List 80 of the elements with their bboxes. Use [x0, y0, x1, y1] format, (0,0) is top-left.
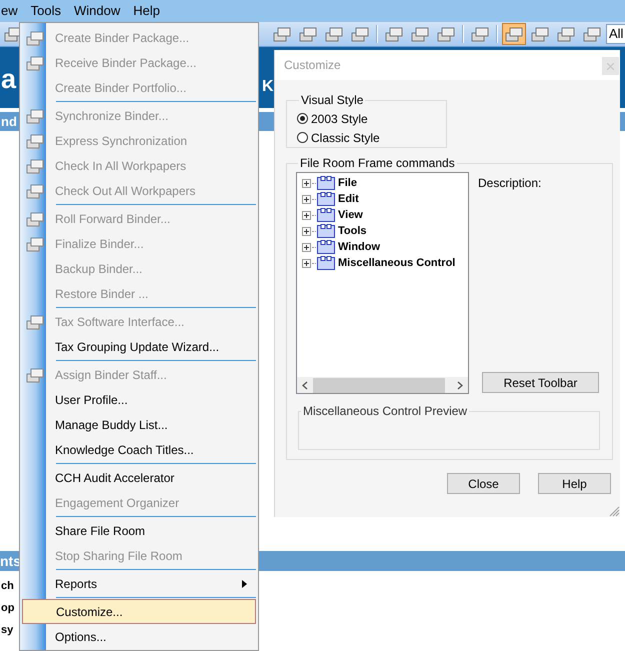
window-icon: [317, 240, 335, 254]
tree-item[interactable]: Edit: [338, 193, 359, 205]
stack-icon: [531, 26, 549, 42]
menu-item[interactable]: User Profile...: [22, 387, 256, 412]
horizontal-scrollbar[interactable]: [297, 377, 468, 393]
tree-item[interactable]: Window: [338, 241, 380, 253]
menu-item[interactable]: Manage Buddy List...: [22, 412, 256, 437]
stack-icon: [437, 26, 455, 42]
menu-item[interactable]: Reports: [22, 571, 256, 596]
scrollbar-thumb[interactable]: [313, 378, 445, 392]
tree-item[interactable]: Tools: [338, 225, 367, 237]
window-icon: [317, 176, 335, 190]
stack-icon: [299, 26, 317, 42]
stack-icon: [26, 314, 44, 330]
group-label: Miscellaneous Control Preview: [302, 404, 468, 418]
stack-icon: [385, 26, 403, 42]
dialog-button[interactable]: Help: [538, 473, 611, 494]
menu-bar-item[interactable]: Help: [133, 3, 160, 19]
expand-icon[interactable]: [302, 178, 311, 188]
stack-icon: [26, 366, 44, 382]
tree-item[interactable]: File: [338, 177, 357, 189]
header-name: K: [262, 78, 274, 96]
stack-icon: [26, 108, 44, 124]
close-icon: [607, 62, 614, 70]
list-row[interactable]: op: [1, 597, 18, 619]
menu-item[interactable]: Tax Grouping Update Wizard...: [22, 334, 256, 359]
filter-combo[interactable]: All: [606, 24, 625, 44]
menu-item[interactable]: Customize...: [22, 599, 256, 624]
expand-icon[interactable]: [302, 226, 311, 236]
window-icon: [317, 256, 335, 270]
stack-icon: [505, 26, 523, 42]
subheader-label: nd: [1, 114, 17, 129]
expand-icon[interactable]: [302, 210, 311, 220]
stack-icon: [26, 182, 44, 198]
menu-bar-item[interactable]: ew: [1, 3, 18, 19]
dialog-button[interactable]: Close: [447, 473, 520, 494]
stack-icon: [557, 26, 575, 42]
list-row[interactable]: sy: [1, 619, 18, 641]
menu-item[interactable]: Options...: [22, 624, 256, 649]
stack-icon: [26, 158, 44, 174]
radio-label: Classic Style: [311, 130, 380, 144]
stack-icon: [273, 26, 291, 42]
window-icon: [317, 208, 335, 222]
description-label: Description:: [478, 176, 542, 190]
scroll-right-icon[interactable]: [457, 380, 463, 390]
reset-toolbar-button[interactable]: Reset Toolbar: [482, 372, 599, 393]
stack-icon: [26, 54, 44, 70]
stack-icon: [325, 26, 343, 42]
window-icon: [317, 224, 335, 238]
header-title: a: [1, 64, 16, 94]
group-label: Visual Style: [300, 93, 364, 107]
menu-item[interactable]: Knowledge Coach Titles...: [22, 437, 256, 462]
resize-grip-icon[interactable]: [609, 506, 620, 517]
expand-icon[interactable]: [302, 194, 311, 204]
scroll-left-icon[interactable]: [302, 380, 308, 390]
expand-icon[interactable]: [302, 258, 311, 268]
radio-button[interactable]: [297, 132, 308, 143]
stack-icon: [26, 30, 44, 46]
radio-button[interactable]: [297, 113, 308, 124]
tree-item[interactable]: View: [338, 209, 363, 221]
stack-icon: [26, 236, 44, 252]
menu-item[interactable]: CCH Audit Accelerator: [22, 465, 256, 490]
dialog-title: Customize: [284, 58, 341, 72]
stack-icon: [26, 210, 44, 226]
group-label: File Room Frame commands: [299, 156, 456, 170]
menu-bar-item[interactable]: Window: [74, 3, 120, 19]
window-icon: [317, 192, 335, 206]
stack-icon: [351, 26, 369, 42]
menu-bar-item[interactable]: Tools: [30, 3, 61, 19]
stack-icon: [26, 132, 44, 148]
list-row[interactable]: ch: [1, 575, 18, 597]
stack-icon: [471, 26, 489, 42]
toolbar-button[interactable]: [502, 23, 526, 45]
submenu-arrow-icon: [242, 580, 247, 588]
stack-icon: [411, 26, 429, 42]
menu-item[interactable]: Share File Room: [22, 518, 256, 543]
expand-icon[interactable]: [302, 242, 311, 252]
stack-icon: [583, 26, 601, 42]
tree-item[interactable]: Miscellaneous Control: [338, 257, 456, 269]
radio-label: 2003 Style: [311, 112, 368, 126]
